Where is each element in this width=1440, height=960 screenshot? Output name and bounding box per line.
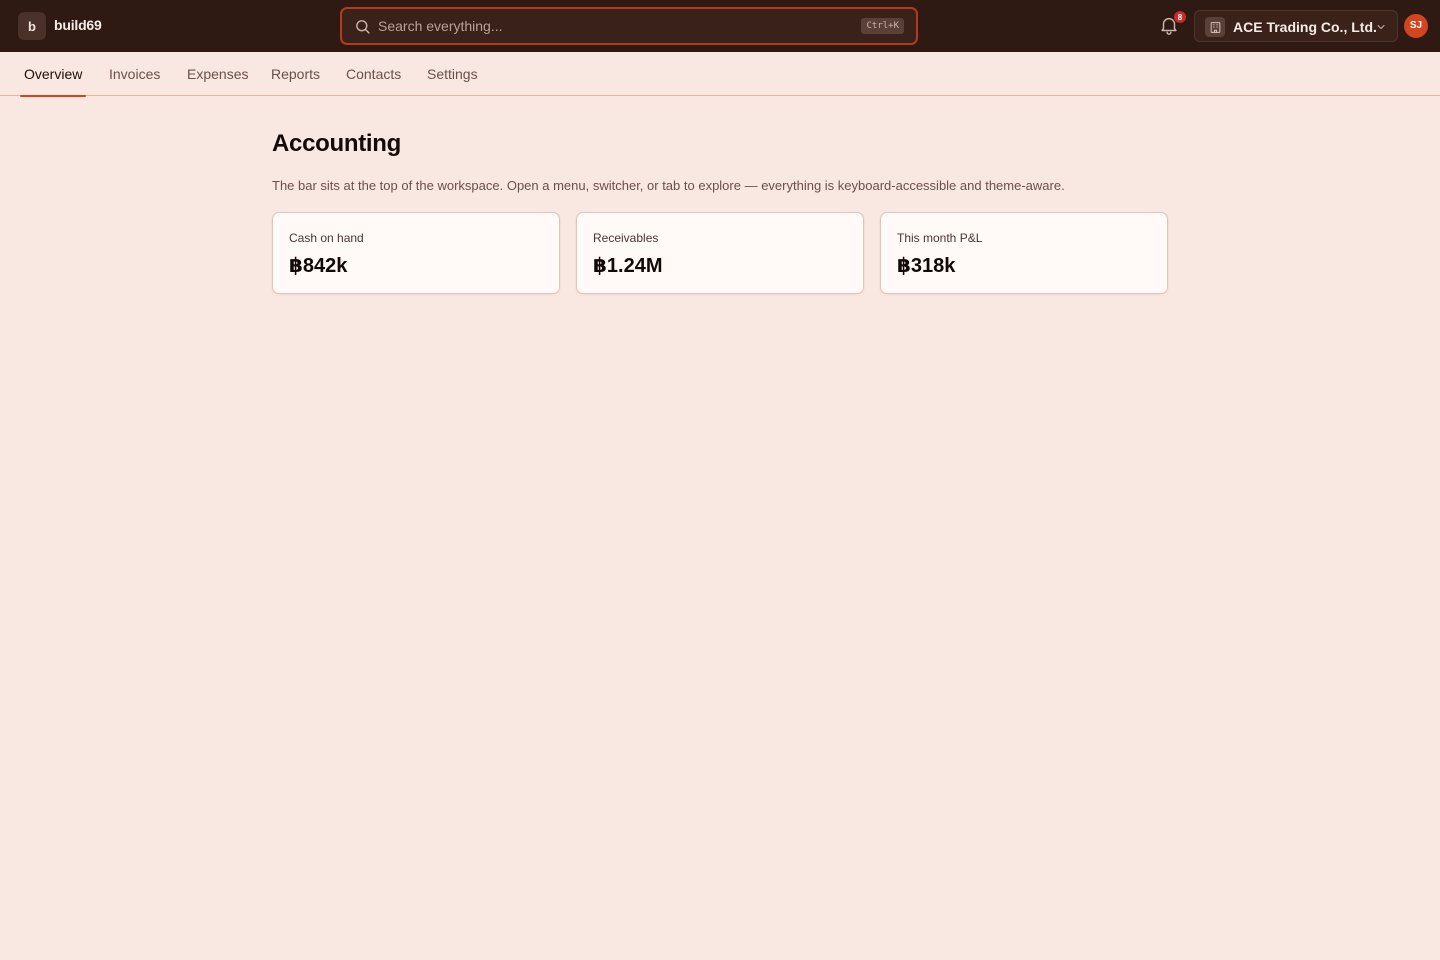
stat-card-value: ฿318k	[897, 255, 956, 277]
stat-card-monthly-pnl: This month P&L ฿318k	[880, 212, 1168, 294]
chevron-down-icon	[1377, 25, 1385, 29]
stat-card-cash-on-hand: Cash on hand ฿842k	[272, 212, 560, 294]
section-tabs: Overview Invoices Expenses Reports Conta…	[0, 52, 1440, 97]
tab-contacts[interactable]: Contacts	[342, 52, 405, 96]
organization-name: ACE Trading Co., Ltd.	[1233, 19, 1377, 35]
stat-card-value: ฿842k	[289, 255, 348, 277]
search-icon	[356, 20, 370, 34]
tab-reports[interactable]: Reports	[267, 52, 324, 96]
page-title: Accounting	[272, 130, 401, 157]
stat-card-label: This month P&L	[897, 231, 983, 245]
notification-count-badge: 8	[1173, 10, 1187, 24]
stat-card-label: Cash on hand	[289, 231, 364, 245]
stat-card-value: ฿1.24M	[593, 255, 663, 277]
page-description: The bar sits at the top of the workspace…	[272, 178, 1065, 193]
top-bar: b build69 Ctrl+K 8 ACE Trading Co., Ltd.	[0, 0, 1440, 52]
brand-name[interactable]: build69	[54, 17, 102, 33]
search-input[interactable]	[378, 13, 848, 39]
brand-logo[interactable]: b	[18, 12, 46, 40]
stat-card-label: Receivables	[593, 231, 659, 245]
tab-overview[interactable]: Overview	[20, 52, 87, 97]
tab-expenses[interactable]: Expenses	[183, 52, 252, 96]
tab-settings[interactable]: Settings	[423, 52, 482, 96]
user-avatar[interactable]: SJ	[1404, 14, 1428, 38]
search-bar[interactable]: Ctrl+K	[340, 7, 918, 45]
organization-switcher[interactable]: ACE Trading Co., Ltd.	[1194, 10, 1398, 42]
search-shortcut-hint: Ctrl+K	[861, 18, 904, 34]
building-icon	[1205, 17, 1225, 37]
stat-card-receivables: Receivables ฿1.24M	[576, 212, 864, 294]
tab-invoices[interactable]: Invoices	[105, 52, 164, 96]
